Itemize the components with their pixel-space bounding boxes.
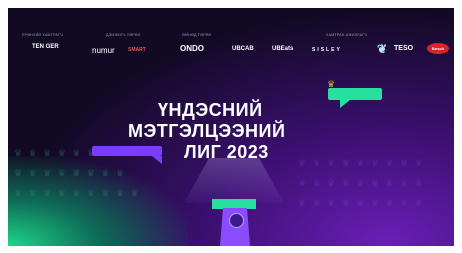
- sponsor-label-partner: ХАМТРАН АЖИЛЛАГЧ: [326, 33, 368, 37]
- sisley-logo: SISLEY: [312, 47, 342, 53]
- title-line-2: МЭТГЭЛЦЭЭНИЙ: [128, 121, 286, 141]
- sponsor-label-general: ЕРӨНХИЙ ХАМТРАГЧ: [22, 33, 63, 37]
- numur-logo: numur: [92, 46, 115, 55]
- ubcab-logo: UBCAB: [232, 46, 254, 52]
- green-bubble-tail: [340, 100, 350, 108]
- feather-icon: ❦: [377, 42, 388, 56]
- bosch-logo: Bosch: [427, 43, 449, 54]
- tenger-logo: TEN GER: [32, 44, 59, 50]
- crown-pattern-right: ♛ ♛ ♛ ♛ ♛ ♛ ♛ ♛ ♛: [298, 158, 425, 168]
- smart-logo: SMART: [128, 47, 146, 53]
- title-line-1: ҮНДЭСНИЙ: [158, 100, 263, 120]
- crown-pattern-left-2: ♛ ♛ ♛ ♛ ♛ ♛ ♛ ♛: [14, 168, 127, 178]
- sponsor-labels: ЕРӨНХИЙ ХАМТРАГЧ ДЭМЖИГЧ ТӨРӨЛ ӨМНӨД ТӨР…: [8, 33, 454, 41]
- crown-pattern-left-3: ♛ ♛ ♛ ♛ ♛ ♛ ♛ ♛ ♛: [14, 188, 141, 198]
- crown-pattern-right-2: ♛ ♛ ♛ ♛ ♛ ♛ ♛ ♛ ♛: [298, 178, 425, 188]
- league-emblem-icon: [229, 213, 244, 228]
- sponsor-label-support: ДЭМЖИГЧ ТӨРӨЛ: [106, 33, 141, 37]
- teso-logo: TESO: [394, 45, 414, 52]
- ondo-logo: ONDO: [180, 44, 204, 53]
- green-speech-bubble: [328, 88, 382, 100]
- crown-pattern-right-3: ♛ ♛ ♛ ♛ ♛ ♛ ♛ ♛ ♛: [298, 198, 425, 208]
- event-banner: ♛ ♛ ♛ ♛ ♛ ♛ ♛ ♛ ♛ ♛ ♛ ♛ ♛ ♛ ♛ ♛ ♛ ♛ ♛ ♛ …: [8, 8, 454, 246]
- ubeats-logo: UBEats: [272, 46, 294, 52]
- sponsor-label-south: ӨМНӨД ТӨРӨЛ: [182, 33, 212, 37]
- spotlight: [184, 158, 284, 203]
- crown-icon: ♛: [327, 79, 336, 89]
- purple-speech-bubble: [92, 146, 162, 156]
- podium-top: [212, 199, 256, 209]
